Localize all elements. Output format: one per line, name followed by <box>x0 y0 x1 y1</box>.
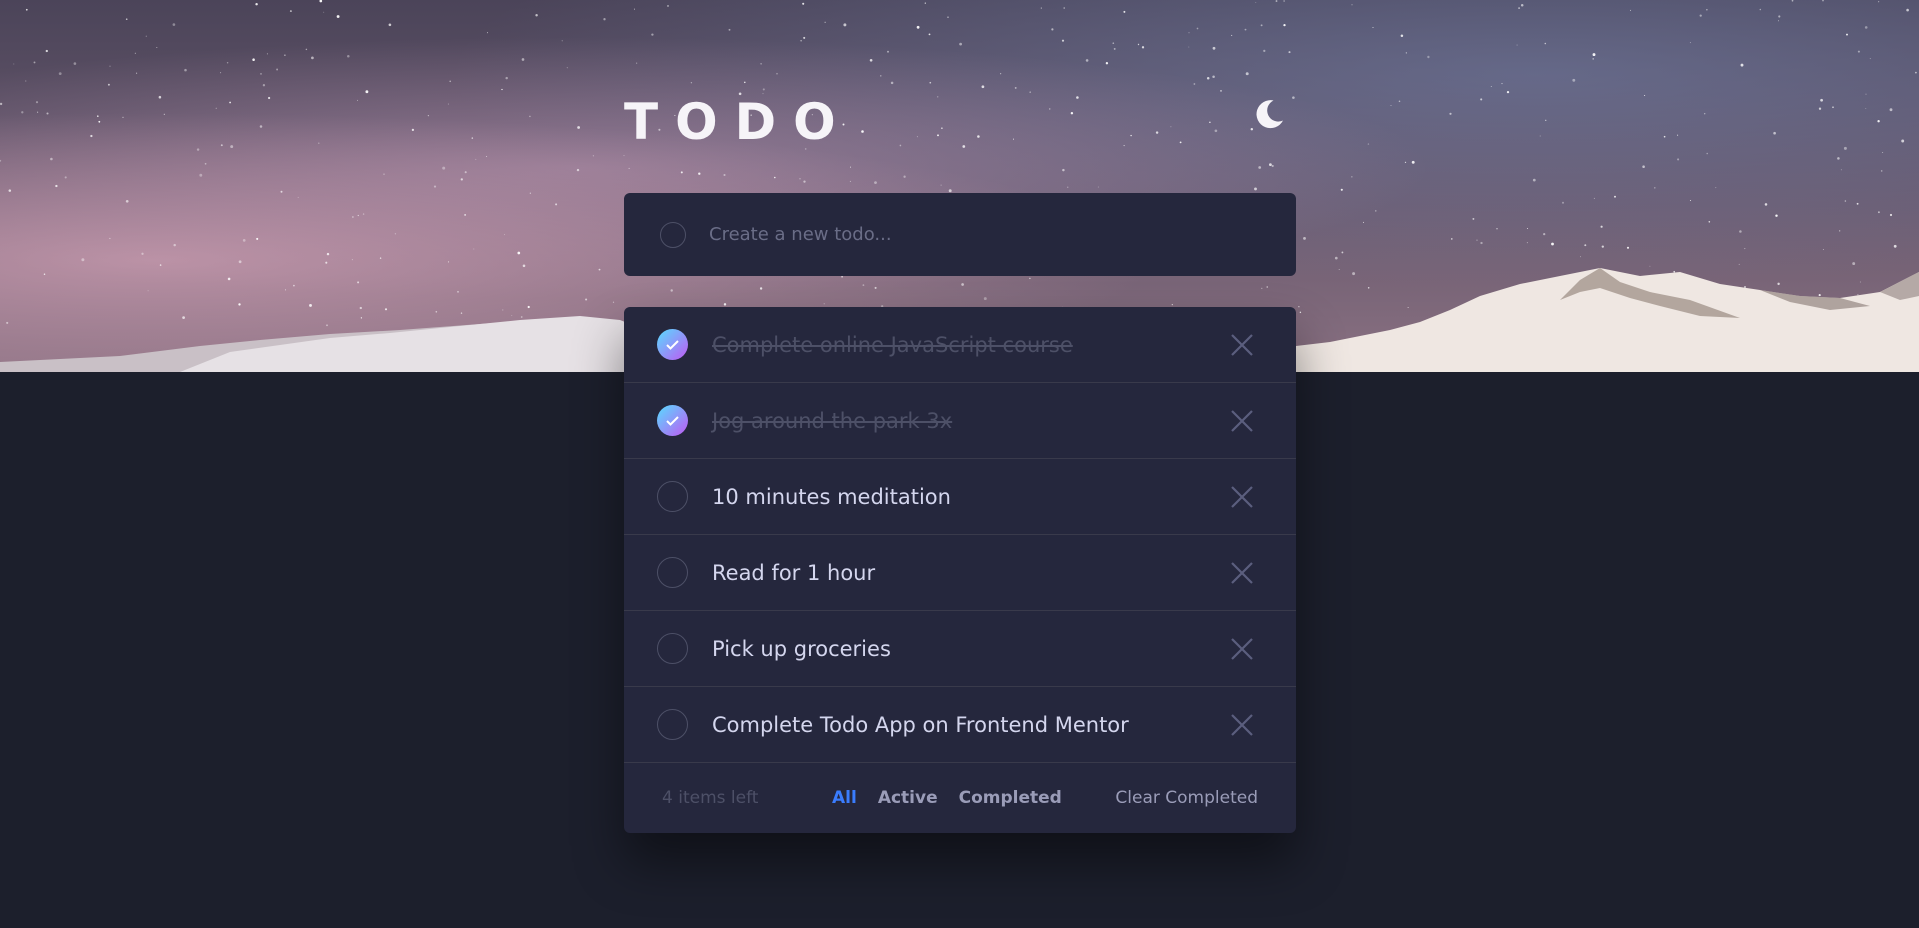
todo-item[interactable]: Pick up groceries <box>624 611 1296 687</box>
todo-item[interactable]: Jog around the park 3x <box>624 383 1296 459</box>
todo-checkbox[interactable] <box>657 329 688 360</box>
new-todo-input[interactable] <box>707 223 1267 246</box>
new-todo-check-circle[interactable] <box>660 221 686 248</box>
close-icon <box>1231 409 1253 432</box>
check-icon <box>666 339 679 350</box>
filter-group: All Active Completed <box>832 788 1062 808</box>
filter-completed[interactable]: Completed <box>959 788 1062 808</box>
check-icon <box>666 415 679 426</box>
delete-todo-button[interactable] <box>1230 333 1254 357</box>
todo-text: Jog around the park 3x <box>712 408 953 433</box>
new-todo-bar <box>624 193 1296 276</box>
close-icon <box>1231 561 1253 584</box>
todo-checkbox[interactable] <box>657 481 688 512</box>
items-left-count: 4 items left <box>662 788 759 808</box>
delete-todo-button[interactable] <box>1230 409 1254 433</box>
delete-todo-button[interactable] <box>1230 637 1254 661</box>
todo-text: 10 minutes meditation <box>712 484 951 509</box>
app-title: TODO <box>624 93 853 151</box>
close-icon <box>1231 333 1253 356</box>
todo-footer: 4 items left All Active Completed Clear … <box>624 763 1296 833</box>
filter-active[interactable]: Active <box>878 788 938 808</box>
delete-todo-button[interactable] <box>1230 713 1254 737</box>
close-icon <box>1231 713 1253 736</box>
todo-checkbox[interactable] <box>657 709 688 740</box>
todo-item[interactable]: Complete Todo App on Frontend Mentor <box>624 687 1296 763</box>
todo-text: Pick up groceries <box>712 636 891 661</box>
todo-text: Read for 1 hour <box>712 560 876 585</box>
close-icon <box>1231 485 1253 508</box>
close-icon <box>1231 637 1253 660</box>
todo-item[interactable]: 10 minutes meditation <box>624 459 1296 535</box>
todo-list-card: Complete online JavaScript course Jog ar… <box>624 307 1296 833</box>
clear-completed-button[interactable]: Clear Completed <box>1115 788 1258 808</box>
todo-item[interactable]: Complete online JavaScript course <box>624 307 1296 383</box>
theme-toggle-button[interactable] <box>1252 97 1286 131</box>
todo-list: Complete online JavaScript course Jog ar… <box>624 307 1296 763</box>
filter-all[interactable]: All <box>832 788 857 808</box>
todo-checkbox[interactable] <box>657 633 688 664</box>
todo-text: Complete Todo App on Frontend Mentor <box>712 712 1129 737</box>
todo-checkbox[interactable] <box>657 557 688 588</box>
todo-item[interactable]: Read for 1 hour <box>624 535 1296 611</box>
delete-todo-button[interactable] <box>1230 561 1254 585</box>
delete-todo-button[interactable] <box>1230 485 1254 509</box>
todo-checkbox[interactable] <box>657 405 688 436</box>
todo-text: Complete online JavaScript course <box>712 332 1073 357</box>
moon-icon <box>1256 100 1283 129</box>
